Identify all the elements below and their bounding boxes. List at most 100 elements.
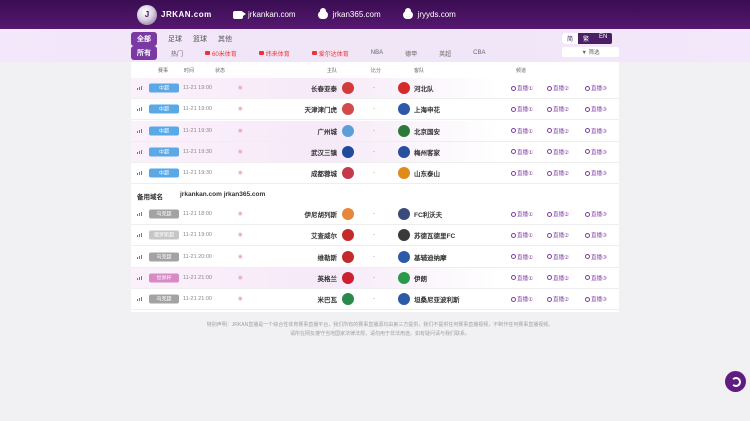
event-badge[interactable]: 世界杯 — [149, 273, 179, 283]
stream-link-3[interactable]: 直播③ — [585, 231, 607, 239]
stream-link-2[interactable]: 直播② — [547, 253, 569, 261]
event-badge[interactable]: 中超 — [149, 126, 179, 136]
home-team: 长春亚泰 — [311, 86, 337, 93]
lang-english[interactable]: EN — [594, 33, 612, 44]
filter-button[interactable]: ▼ 筛选 — [562, 47, 619, 57]
play-icon — [547, 254, 552, 260]
lang-simplified[interactable]: 简 — [562, 33, 579, 44]
event-badge[interactable]: 俄罗斯超 — [149, 230, 179, 240]
domain-link-2[interactable]: jrkan365.com — [317, 7, 381, 19]
language-switcher: 简 繁 EN — [562, 33, 613, 44]
status-icon: ◉ — [238, 253, 243, 260]
match-row[interactable]: 世界杯 11-21 21:00 ◉ 英格兰 - 伊朗 直播① 直播② 直播③ — [131, 267, 619, 289]
stream-link-3[interactable]: 直播③ — [585, 127, 607, 135]
domain-link-3[interactable]: jryyds.com — [402, 7, 456, 19]
lang-traditional[interactable]: 繁 — [578, 33, 594, 44]
match-row[interactable]: 中超 11-21 19:30 ◉ 武汉三镇 - 梅州客家 直播① 直播② 直播③ — [131, 141, 619, 163]
match-score: - — [373, 296, 375, 303]
stream-link-2[interactable]: 直播② — [547, 274, 569, 282]
stream-link-3[interactable]: 直播③ — [585, 295, 607, 303]
tab-60m[interactable]: 60米体育 — [205, 49, 237, 58]
match-row[interactable]: 中超 11-21 19:00 ◉ 长春亚泰 - 河北队 直播① 直播② 直播③ — [131, 78, 619, 99]
stream-link-2[interactable]: 直播② — [547, 169, 569, 177]
play-icon — [585, 85, 590, 91]
event-badge[interactable]: 乌克超 — [149, 209, 179, 219]
table-header: 赛事 时间 状态 主队 比分 客队 频道 — [131, 62, 619, 78]
tab-other[interactable]: 其他 — [218, 34, 232, 44]
match-row[interactable]: 乌克超 11-21 21:00 ◉ 米巴瓦 - 坦桑尼亚波利斯 直播① 直播② 直播③ — [131, 289, 619, 311]
stream-link-1[interactable]: 直播① — [511, 210, 533, 218]
play-icon — [547, 106, 552, 112]
cloud-icon — [402, 7, 413, 19]
sport-tabs: 全部 足球 篮球 其他 — [131, 32, 232, 46]
stream-link-1[interactable]: 直播① — [511, 84, 533, 92]
stream-link-2[interactable]: 直播② — [547, 295, 569, 303]
stream-link-3[interactable]: 直播③ — [585, 210, 607, 218]
stream-link-2[interactable]: 直播② — [547, 231, 569, 239]
stream-link-3[interactable]: 直播③ — [585, 169, 607, 177]
tab-weilai[interactable]: 纬来体育 — [258, 49, 290, 58]
tab-premier-league[interactable]: 英超 — [439, 49, 451, 58]
col-home: 主队 — [327, 68, 338, 74]
tab-football[interactable]: 足球 — [168, 34, 182, 44]
stream-link-1[interactable]: 直播① — [511, 148, 533, 156]
stream-link-1[interactable]: 直播① — [511, 295, 533, 303]
stream-link-3[interactable]: 直播③ — [585, 105, 607, 113]
match-score: - — [373, 274, 375, 281]
match-row[interactable]: 乌克超 11-21 18:00 ◉ 伊尼胡列斯 - FC利沃夫 直播① 直播② 直播③ — [131, 204, 619, 225]
stream-link-2[interactable]: 直播② — [547, 210, 569, 218]
stream-link-3[interactable]: 直播③ — [585, 84, 607, 92]
stream-link-3[interactable]: 直播③ — [585, 148, 607, 156]
away-team-logo-icon — [398, 82, 410, 94]
home-team-logo-icon — [342, 167, 354, 180]
tab-bundesliga[interactable]: 德甲 — [405, 49, 417, 58]
stream-link-2[interactable]: 直播② — [547, 84, 569, 92]
match-row[interactable]: 中超 11-21 19:30 ◉ 成都蓉城 - 山东泰山 直播① 直播② 直播③ — [131, 163, 619, 185]
domain-link-1[interactable]: jrkankan.com — [233, 10, 296, 19]
home-team-logo-icon — [342, 82, 354, 94]
stream-link-3[interactable]: 直播③ — [585, 253, 607, 261]
stream-link-1[interactable]: 直播① — [511, 105, 533, 113]
stream-link-2[interactable]: 直播② — [547, 148, 569, 156]
top-header: J JRKAN.com jrkankan.com jrkan365.com jr… — [0, 0, 750, 29]
match-row[interactable]: 中超 11-21 19:30 ◉ 广州城 - 北京国安 直播① 直播② 直播③ — [131, 120, 619, 142]
event-badge[interactable]: 中超 — [149, 168, 179, 178]
live-icon — [205, 51, 211, 55]
event-badge[interactable]: 乌克超 — [149, 252, 179, 262]
home-team-logo-icon — [342, 145, 354, 158]
match-row[interactable]: 乌克超 11-21 20:00 ◉ 维勒斯 - 基辅迪纳摩 直播① 直播② 直播③ — [131, 247, 619, 268]
tab-nba[interactable]: NBA — [371, 50, 383, 56]
play-icon — [511, 170, 516, 176]
status-icon: ◉ — [238, 232, 243, 239]
event-badge[interactable]: 中超 — [149, 104, 179, 114]
stream-link-2[interactable]: 直播② — [547, 105, 569, 113]
match-row[interactable]: 俄罗斯超 11-21 19:00 ◉ 艾查威尔 - 苏德瓦德里FC 直播① 直播② 直播③ — [131, 225, 619, 247]
event-badge[interactable]: 中超 — [149, 83, 179, 93]
stream-link-1[interactable]: 直播① — [511, 127, 533, 135]
tab-elta[interactable]: 爱尔达体育 — [311, 49, 349, 58]
match-row[interactable]: 中超 11-21 19:00 ◉ 天津津门虎 - 上海申花 直播① 直播② 直播③ — [131, 99, 619, 121]
stream-link-1[interactable]: 直播① — [511, 169, 533, 177]
play-icon — [585, 232, 590, 238]
event-badge[interactable]: 乌克超 — [149, 294, 179, 304]
play-icon — [511, 85, 516, 91]
tab-all[interactable]: 全部 — [131, 32, 157, 46]
stream-link-1[interactable]: 直播① — [511, 253, 533, 261]
stream-link-2[interactable]: 直播② — [547, 127, 569, 135]
tab-cba[interactable]: CBA — [473, 50, 485, 56]
tab-all-channels[interactable]: 所有 — [131, 46, 157, 60]
tab-hot[interactable]: 热门 — [171, 49, 183, 58]
tab-basketball[interactable]: 篮球 — [193, 34, 207, 44]
stream-link-1[interactable]: 直播① — [511, 274, 533, 282]
status-icon: ◉ — [238, 106, 243, 113]
stream-link-1[interactable]: 直播① — [511, 231, 533, 239]
away-team-logo-icon — [398, 167, 410, 180]
refresh-button[interactable] — [725, 371, 746, 392]
live-icon — [258, 51, 264, 55]
match-time: 11-21 19:30 — [183, 148, 212, 155]
event-badge[interactable]: 中超 — [149, 147, 179, 157]
site-logo[interactable]: J JRKAN.com — [137, 4, 233, 25]
play-icon — [511, 254, 516, 260]
stream-link-3[interactable]: 直播③ — [585, 274, 607, 282]
home-team-logo-icon — [342, 293, 354, 306]
